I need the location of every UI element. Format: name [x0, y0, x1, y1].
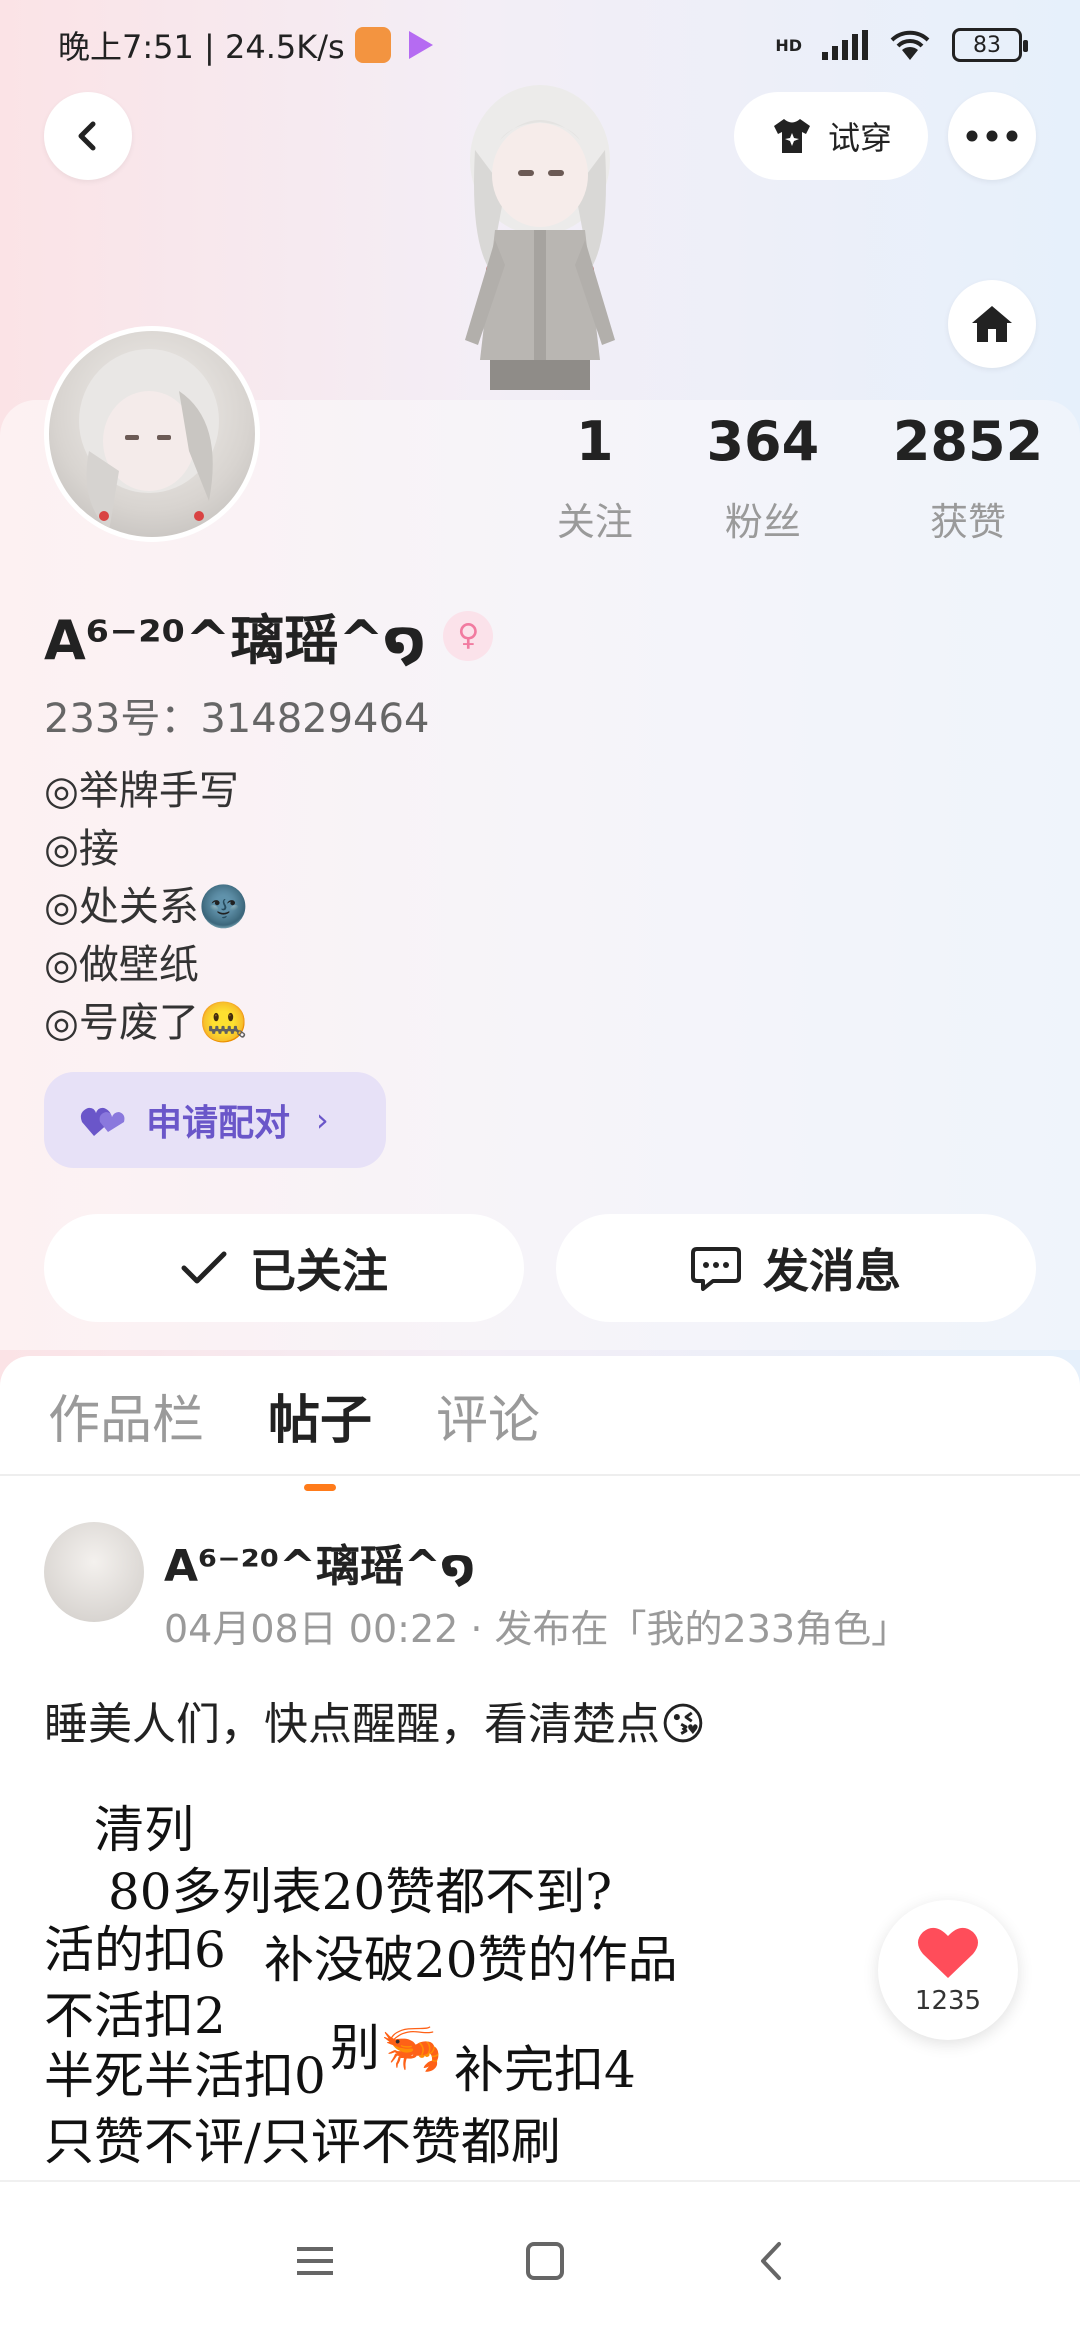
stat-followers[interactable]: 364 粉丝 — [706, 410, 819, 546]
avatar-3d-character — [465, 85, 615, 390]
like-button[interactable]: 1235 — [878, 1900, 1018, 2040]
tshirt-icon — [773, 119, 810, 153]
bio-line: ◎处关系🌚 — [44, 884, 249, 930]
stat-value: 364 — [706, 410, 820, 473]
handwriting-line: 半死半活扣0 — [44, 2047, 326, 2105]
stat-label: 关注 — [556, 500, 633, 544]
double-heart-icon — [80, 1107, 125, 1136]
message-label: 发消息 — [763, 1244, 901, 1298]
follow-button[interactable]: 已关注 — [44, 1214, 524, 1322]
back-button[interactable] — [44, 92, 132, 180]
status-time: 晚上7:51 | 24.5K/s — [58, 28, 345, 66]
chevron-right-icon: › — [316, 1101, 329, 1139]
stat-following[interactable]: 1 关注 — [557, 410, 633, 546]
handwriting-line: 补没破20赞的作品 — [264, 1931, 678, 1989]
try-on-button[interactable]: 试穿 — [734, 92, 928, 180]
female-icon: ♀ — [443, 610, 494, 661]
stat-likes[interactable]: 2852 获赞 — [893, 410, 1043, 546]
tab-bar: 作品栏 帖子 评论 — [0, 1356, 1080, 1476]
tab-comments[interactable]: 评论 — [436, 1378, 540, 1453]
bio-line: ◎接 — [44, 826, 119, 872]
follow-label: 已关注 — [250, 1244, 388, 1298]
home-button[interactable] — [948, 280, 1036, 368]
message-button[interactable]: 发消息 — [556, 1214, 1036, 1322]
bio-line: ◎举牌手写 — [44, 768, 239, 814]
name-row: A⁶⁻²⁰^璃瑶^໑ ♀ — [44, 596, 494, 675]
handwriting-line: 活的扣6 — [44, 1921, 226, 1979]
bio-line: ◎做壁纸 — [44, 942, 199, 988]
tab-works[interactable]: 作品栏 — [48, 1378, 204, 1453]
handwriting-line: 补完扣4 — [454, 2041, 636, 2099]
home-icon — [972, 306, 1012, 342]
handwriting-line: 别🦐 — [330, 2019, 443, 2077]
menu-icon[interactable] — [295, 2243, 335, 2279]
system-nav-bar — [0, 2180, 1080, 2340]
tab-posts[interactable]: 帖子 — [268, 1378, 372, 1453]
post-author-name[interactable]: A⁶⁻²⁰^璃瑶^໑ — [164, 1530, 475, 1594]
pair-request-button[interactable]: 申请配对 › — [44, 1072, 386, 1168]
user-id: 233号：314829464 — [44, 696, 430, 742]
notification-app-icon — [354, 27, 391, 63]
post-text: 睡美人们，快点醒醒，看清楚点😘 — [44, 1699, 706, 1750]
bio-line: ◎号废了🤐 — [44, 1000, 249, 1046]
chat-bubble-icon — [691, 1247, 741, 1291]
post-meta: 04月08日 00:22 · 发布在「我的233角色」 — [164, 1607, 910, 1651]
pair-request-label: 申请配对 — [146, 1103, 291, 1144]
try-on-label: 试穿 — [827, 119, 892, 157]
avatar[interactable] — [44, 326, 260, 542]
stat-label: 获赞 — [929, 500, 1006, 544]
back-icon[interactable] — [755, 2241, 785, 2281]
avatar-image — [79, 349, 219, 531]
battery-icon: 83 — [952, 28, 1028, 62]
user-name: A⁶⁻²⁰^璃瑶^໑ — [44, 609, 426, 672]
post-image[interactable]: 清列 80多列表20赞都不到? 活的扣6 补没破20赞的作品 不活扣2 半死半活… — [44, 1790, 784, 2180]
hd-label: HD — [775, 35, 802, 55]
bio: ◎举牌手写 ◎接 ◎处关系🌚 ◎做壁纸 ◎号废了🤐 — [44, 762, 249, 1052]
chevron-left-icon — [78, 121, 96, 151]
stat-label: 粉丝 — [724, 500, 801, 544]
post-author-avatar[interactable] — [44, 1522, 144, 1622]
like-count: 1235 — [914, 1986, 982, 2016]
home-square-icon[interactable] — [525, 2241, 565, 2281]
notification-play-icon — [408, 31, 433, 59]
stat-value: 1 — [576, 410, 614, 473]
check-icon — [181, 1251, 227, 1284]
stat-value: 2852 — [892, 410, 1044, 473]
handwriting-line: 只赞不评/只评不赞都刷 — [44, 2113, 561, 2171]
more-dots-icon — [966, 130, 1018, 142]
signal-icon — [822, 30, 868, 60]
profile-stats: 1 关注 364 粉丝 2852 获赞 — [520, 410, 1080, 546]
more-button[interactable] — [948, 92, 1036, 180]
wifi-icon — [890, 30, 930, 60]
heart-icon — [918, 1927, 978, 1978]
